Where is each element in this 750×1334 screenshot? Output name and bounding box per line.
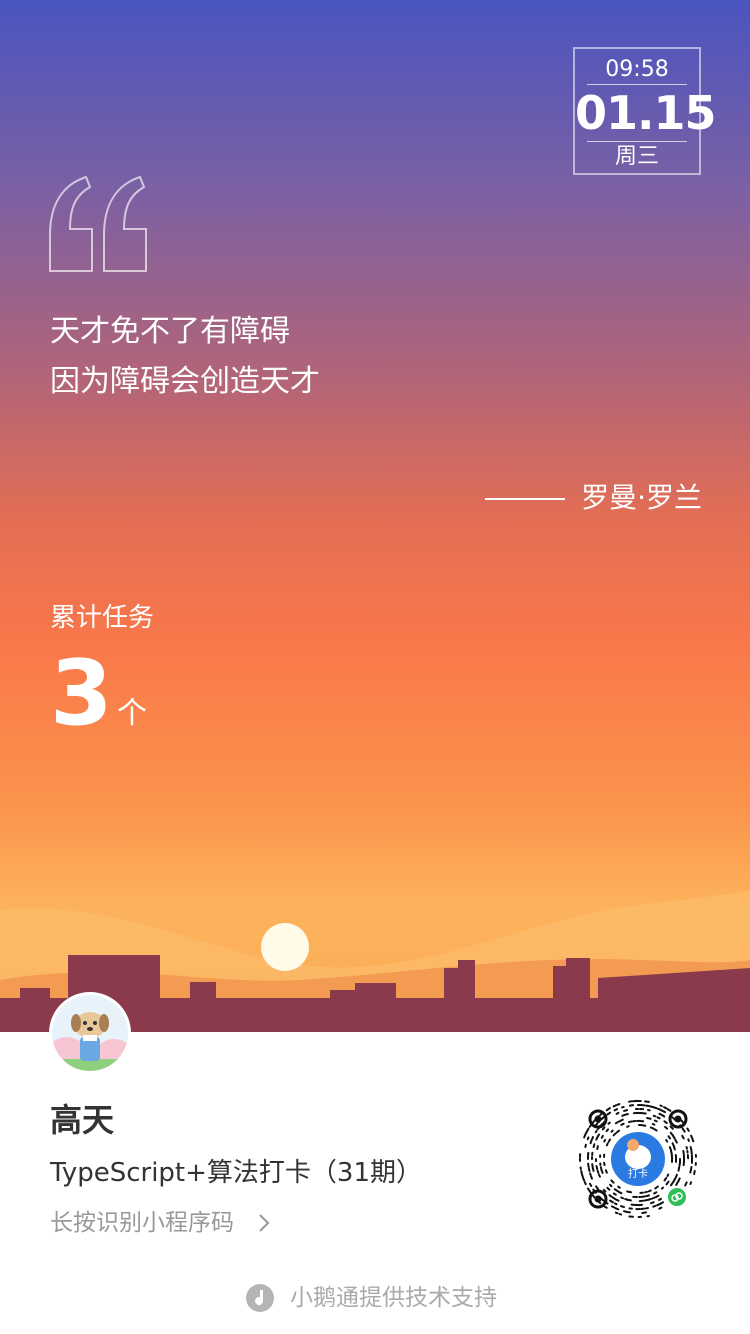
footer: 小鹅通提供技术支持 xyxy=(0,1279,750,1317)
avatar-dog-icon xyxy=(52,995,128,1071)
poster-background: 09:58 01.15 周三 天才免不了有障碍 因为障碍会创造天才 罗曼·罗兰 … xyxy=(0,0,750,1032)
task-count: 3 xyxy=(50,641,113,746)
task-label: 累计任务 xyxy=(50,603,155,633)
quote-mark-icon xyxy=(49,175,147,272)
course-title: TypeScript+算法打卡（31期） xyxy=(50,1158,422,1188)
weekday-text: 周三 xyxy=(614,144,659,169)
author-dash xyxy=(485,498,565,500)
quote-line: 天才免不了有障碍 xyxy=(50,314,290,349)
avatar xyxy=(49,992,131,1074)
divider xyxy=(587,141,687,142)
user-name: 高天 xyxy=(50,1101,115,1139)
date-box: 09:58 01.15 周三 xyxy=(573,47,717,175)
xiaoe-logo-icon xyxy=(246,1284,274,1312)
qr-logo-label: 打卡 xyxy=(628,1167,648,1180)
mini-program-icon xyxy=(668,1188,686,1206)
chevron-right-icon xyxy=(259,1214,270,1232)
quote-author: 罗曼·罗兰 xyxy=(581,481,702,514)
mini-program-code[interactable]: 打卡 xyxy=(576,1097,700,1221)
qr-hint-label: 长按识别小程序码 xyxy=(50,1210,234,1236)
time-text: 09:58 xyxy=(605,57,669,82)
task-unit: 个 xyxy=(117,696,147,731)
sun xyxy=(261,923,309,971)
date-text: 01.15 xyxy=(575,86,717,140)
footer-text: 小鹅通提供技术支持 xyxy=(290,1285,497,1311)
divider xyxy=(587,84,687,85)
quote-line: 因为障碍会创造天才 xyxy=(50,364,320,399)
